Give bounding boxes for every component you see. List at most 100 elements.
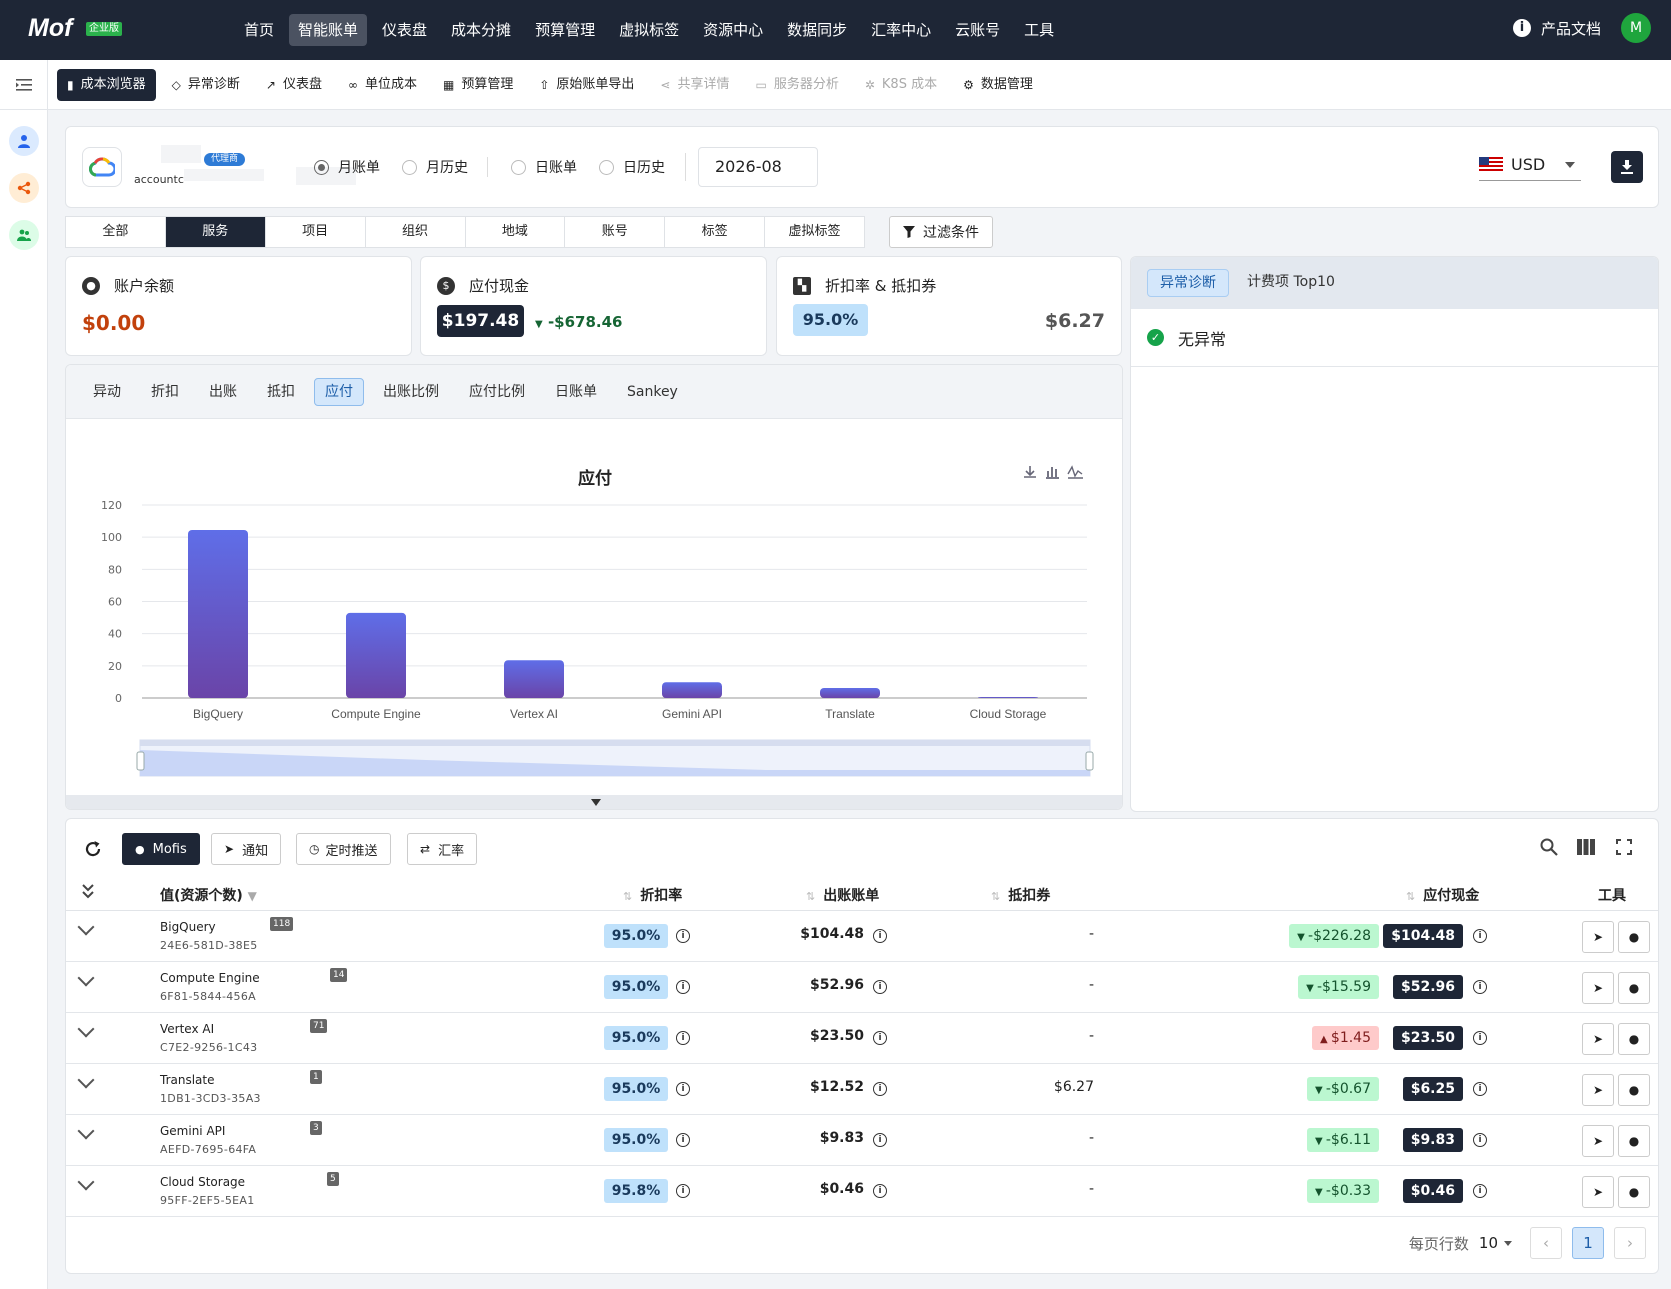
robot-button[interactable]: ● — [1618, 1176, 1650, 1208]
nav-item[interactable]: 汇率中心 — [862, 14, 940, 46]
send-button[interactable]: ➤ — [1582, 1074, 1614, 1106]
page-size-select[interactable]: 10 — [1479, 1234, 1498, 1252]
diagnosis-tab[interactable]: 异常诊断 — [1147, 269, 1229, 297]
nav-item[interactable]: 虚拟标签 — [610, 14, 688, 46]
nav-item[interactable]: 数据同步 — [778, 14, 856, 46]
bill-mode-radio[interactable]: 月历史 — [402, 157, 468, 177]
subnav-item[interactable]: ↗ 仪表盘 — [256, 69, 332, 101]
send-button[interactable]: ➤ — [1582, 1176, 1614, 1208]
download-button[interactable] — [1611, 151, 1643, 183]
dimension-tab[interactable]: 虚拟标签 — [765, 217, 864, 247]
subnav-item[interactable]: ⇧ 原始账单导出 — [529, 69, 644, 101]
chart-tab[interactable]: 出账比例 — [372, 378, 450, 406]
subnav-item[interactable]: ▦ 预算管理 — [433, 69, 523, 101]
header-payable[interactable]: ⇅ 应付现金 — [1406, 885, 1479, 905]
chart-tab[interactable]: 日账单 — [544, 378, 608, 406]
users-group-icon[interactable] — [8, 220, 39, 250]
nav-item[interactable]: 首页 — [235, 14, 283, 46]
subnav-item[interactable]: ▮ 成本浏览器 — [57, 68, 156, 101]
nav-item[interactable]: 智能账单 — [289, 14, 368, 46]
chevron-down-icon[interactable] — [77, 918, 95, 936]
robot-button[interactable]: ● — [1618, 972, 1650, 1004]
chevron-down-icon[interactable] — [77, 1173, 95, 1191]
month-picker[interactable]: 2026-08 — [698, 147, 818, 187]
search-icon[interactable] — [1540, 838, 1558, 856]
columns-icon[interactable] — [1577, 839, 1595, 855]
robot-button[interactable]: ● — [1618, 1074, 1650, 1106]
send-button[interactable]: ➤ — [1582, 972, 1614, 1004]
dimension-tab[interactable]: 账号 — [565, 217, 666, 247]
subnav-item[interactable]: ◇ 异常诊断 — [162, 69, 250, 101]
zoom-handle-right[interactable] — [1085, 751, 1094, 771]
user-avatar[interactable]: M — [1621, 13, 1651, 43]
robot-button[interactable]: ● — [1618, 921, 1650, 953]
docs-link[interactable]: 产品文档 — [1541, 18, 1601, 39]
robot-button[interactable]: ● — [1618, 1125, 1650, 1157]
mofis-button[interactable]: ● Mofis — [122, 833, 200, 865]
info-icon[interactable]: i — [873, 1082, 887, 1096]
notify-button[interactable]: ➤ 通知 — [211, 833, 282, 865]
nav-item[interactable]: 预算管理 — [526, 14, 604, 46]
send-button[interactable]: ➤ — [1582, 1023, 1614, 1055]
filter-icon[interactable]: ▼ — [248, 889, 257, 903]
bill-mode-radio[interactable]: 日历史 — [599, 157, 665, 177]
save-image-icon[interactable] — [1024, 466, 1036, 478]
subnav-item[interactable]: ⚙ 数据管理 — [953, 69, 1043, 101]
currency-select[interactable]: USD — [1479, 149, 1581, 181]
brand-logo[interactable]: Mof — [28, 14, 72, 43]
nav-item[interactable]: 仪表盘 — [373, 14, 436, 46]
bar-type-icon[interactable] — [1046, 467, 1059, 479]
dimension-tab[interactable]: 标签 — [665, 217, 766, 247]
info-icon[interactable]: i — [1473, 1082, 1487, 1096]
info-icon[interactable]: i — [873, 980, 887, 994]
info-icon[interactable]: i — [1473, 980, 1487, 994]
info-icon[interactable]: i — [873, 1184, 887, 1198]
header-coupon[interactable]: ⇅ 抵扣券 — [991, 885, 1050, 905]
bill-mode-radio[interactable]: 日账单 — [511, 157, 577, 177]
info-icon[interactable]: i — [676, 1082, 690, 1096]
chart-tab[interactable]: 出账 — [198, 378, 248, 406]
info-icon[interactable]: i — [676, 929, 690, 943]
next-page-button[interactable]: › — [1614, 1227, 1646, 1259]
info-icon[interactable]: i — [676, 1133, 690, 1147]
chevron-down-icon[interactable] — [77, 1020, 95, 1038]
info-icon[interactable]: i — [676, 1184, 690, 1198]
line-type-icon[interactable] — [1067, 465, 1083, 479]
info-icon[interactable]: i — [1473, 1031, 1487, 1045]
chart-tab[interactable]: 抵扣 — [256, 378, 306, 406]
rate-button[interactable]: ⇄ 汇率 — [407, 833, 478, 865]
send-button[interactable]: ➤ — [1582, 921, 1614, 953]
subnav-item[interactable]: ∞ 单位成本 — [338, 69, 427, 101]
user-icon[interactable] — [8, 126, 39, 156]
share-icon[interactable] — [8, 173, 39, 203]
menu-toggle-icon[interactable] — [0, 60, 47, 110]
schedule-button[interactable]: ◷ 定时推送 — [296, 833, 391, 865]
chart-tab[interactable]: 异动 — [82, 378, 132, 406]
chart-tab[interactable]: Sankey — [616, 378, 689, 406]
header-discount[interactable]: ⇅ 折扣率 — [623, 885, 682, 905]
fullscreen-icon[interactable] — [1616, 839, 1632, 855]
info-icon[interactable]: i — [1473, 1184, 1487, 1198]
dimension-tab[interactable]: 项目 — [266, 217, 366, 247]
info-icon[interactable]: i — [676, 1031, 690, 1045]
chevron-down-icon[interactable] — [77, 1071, 95, 1089]
chevron-down-icon[interactable] — [77, 1122, 95, 1140]
send-button[interactable]: ➤ — [1582, 1125, 1614, 1157]
zoom-handle-left[interactable] — [136, 751, 145, 771]
info-icon[interactable]: i — [873, 1031, 887, 1045]
chart-tab[interactable]: 折扣 — [140, 378, 190, 406]
page-button-current[interactable]: 1 — [1572, 1227, 1604, 1259]
dimension-tab[interactable]: 服务 — [165, 217, 266, 247]
chart-tab[interactable]: 应付 — [314, 377, 364, 406]
robot-button[interactable]: ● — [1618, 1023, 1650, 1055]
header-bill[interactable]: ⇅ 出账账单 — [806, 885, 879, 905]
chevron-down-icon[interactable] — [77, 969, 95, 987]
nav-item[interactable]: 工具 — [1015, 14, 1063, 46]
filter-button[interactable]: 过滤条件 — [889, 216, 993, 248]
nav-item[interactable]: 云账号 — [946, 14, 1009, 46]
bill-mode-radio[interactable]: 月账单 — [314, 157, 380, 177]
info-icon[interactable]: i — [1512, 19, 1531, 37]
diagnosis-tab[interactable]: 计费项 Top10 — [1235, 269, 1347, 297]
refresh-icon[interactable] — [84, 840, 102, 858]
info-icon[interactable]: i — [873, 1133, 887, 1147]
